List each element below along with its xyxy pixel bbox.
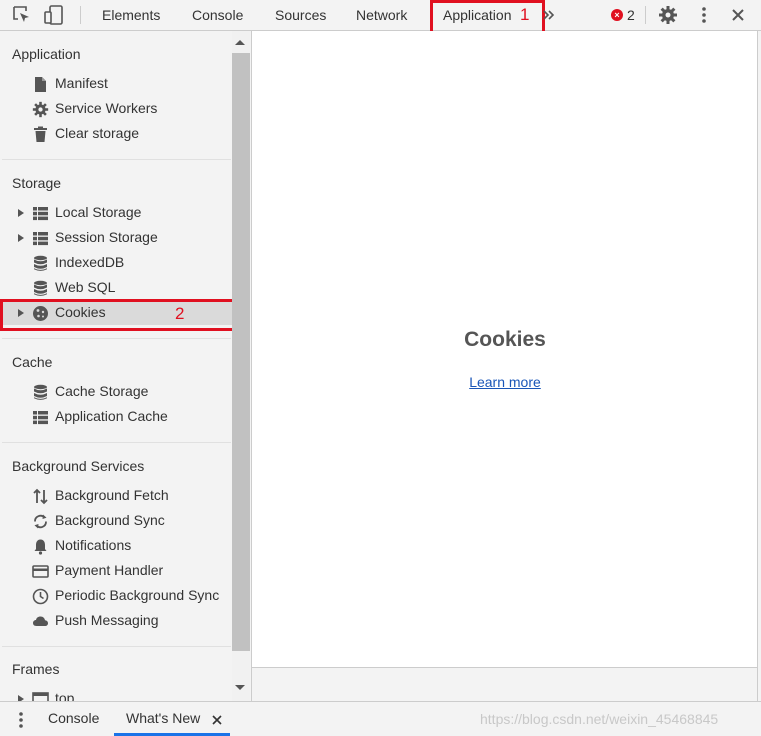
sidebar-item-label: IndexedDB (55, 254, 125, 270)
section-title-frames: Frames (12, 661, 60, 677)
frame-icon (32, 691, 49, 701)
toolbar-separator (645, 6, 646, 24)
sidebar-item-periodic-background-sync[interactable]: Periodic Background Sync (0, 584, 232, 608)
sidebar-item-indexeddb[interactable]: IndexedDB (0, 251, 232, 275)
sidebar-item-label: Application Cache (55, 408, 168, 424)
sidebar-item-application-cache[interactable]: Application Cache (0, 405, 232, 429)
database-icon (32, 384, 49, 401)
sidebar-item-cache-storage[interactable]: Cache Storage (0, 380, 232, 404)
tab-label: Elements (102, 7, 161, 23)
sidebar-item-push-messaging[interactable]: Push Messaging (0, 609, 232, 633)
devtools-toolbar: Elements Console Sources Network Applica… (0, 0, 761, 34)
section-divider (2, 159, 231, 160)
grid-icon (32, 205, 49, 222)
sidebar-item-web-sql[interactable]: Web SQL (0, 276, 232, 300)
drawer-bar: Console What's New https://blog.csdn.net… (0, 701, 761, 736)
drawer-tab-label: Console (48, 710, 100, 726)
application-sidebar: Application Manifest Service Workers Cle… (0, 31, 251, 701)
drawer-tab-label: What's New (126, 710, 201, 726)
toolbar-separator (80, 6, 81, 24)
section-title-storage: Storage (12, 175, 62, 191)
more-tabs-icon[interactable] (542, 0, 556, 30)
card-icon (32, 563, 49, 580)
annotation-box-2 (0, 299, 235, 331)
scroll-down-arrow-icon[interactable] (235, 685, 245, 690)
more-options-icon[interactable] (700, 0, 708, 30)
sidebar-item-label: Cache Storage (55, 383, 149, 399)
sidebar-item-service-workers[interactable]: Service Workers (0, 97, 232, 121)
sidebar-item-label: top (55, 690, 75, 701)
trash-icon (32, 126, 49, 143)
gear-icon (32, 101, 49, 118)
cloud-icon (32, 613, 49, 630)
sidebar-item-label: Local Storage (55, 204, 142, 220)
arrows-updown-icon (32, 488, 49, 505)
expand-arrow-icon[interactable] (18, 209, 24, 217)
error-icon: × (611, 9, 623, 21)
sidebar-item-label: Push Messaging (55, 612, 159, 628)
expand-arrow-icon[interactable] (18, 234, 24, 242)
sidebar-item-label: Background Fetch (55, 487, 169, 503)
sidebar-item-background-fetch[interactable]: Background Fetch (0, 484, 232, 508)
sidebar-item-label: Payment Handler (55, 562, 164, 578)
annotation-number-1: 1 (520, 5, 530, 24)
sidebar-item-background-sync[interactable]: Background Sync (0, 509, 232, 533)
database-icon (32, 255, 49, 272)
section-title-background-services: Background Services (12, 458, 145, 474)
settings-gear-icon[interactable] (658, 0, 678, 30)
clock-icon (32, 588, 49, 605)
database-icon (32, 280, 49, 297)
section-divider (2, 442, 231, 443)
section-title-application: Application (12, 46, 81, 62)
sidebar-item-label: Background Sync (55, 512, 165, 528)
close-tab-icon[interactable] (212, 712, 222, 728)
tab-label: Network (356, 7, 408, 23)
grid-icon (32, 230, 49, 247)
annotation-number-2: 2 (175, 304, 185, 323)
tab-label: Console (192, 7, 244, 23)
file-icon (32, 76, 49, 93)
bell-icon (32, 538, 49, 555)
right-edge (757, 31, 761, 701)
tab-elements[interactable]: Elements (102, 0, 160, 30)
sidebar-item-label: Session Storage (55, 229, 158, 245)
panel-title: Cookies (464, 328, 546, 351)
learn-more-link[interactable]: Learn more (252, 374, 758, 390)
scroll-up-arrow-icon[interactable] (235, 40, 245, 45)
panel-footer (252, 667, 758, 701)
sync-icon (32, 513, 49, 530)
close-devtools-icon[interactable] (731, 0, 745, 30)
tab-network[interactable]: Network (356, 0, 407, 30)
sidebar-item-label: Clear storage (55, 125, 140, 141)
sidebar-item-notifications[interactable]: Notifications (0, 534, 232, 558)
drawer-menu-icon[interactable] (17, 711, 25, 732)
sidebar-item-payment-handler[interactable]: Payment Handler (0, 559, 232, 583)
inspect-element-icon[interactable] (12, 0, 32, 30)
section-title-cache: Cache (12, 354, 53, 370)
sidebar-item-label: Periodic Background Sync (55, 587, 220, 603)
drawer-tab-whats-new[interactable]: What's New (126, 710, 200, 726)
sidebar-scrollbar-thumb[interactable] (232, 53, 250, 651)
sidebar-item-local-storage[interactable]: Local Storage (0, 201, 232, 225)
watermark: https://blog.csdn.net/weixin_45468845 (480, 711, 719, 727)
section-divider (2, 646, 231, 647)
sidebar-item-manifest[interactable]: Manifest (0, 72, 232, 96)
sidebar-item-frame-top[interactable]: top (0, 687, 232, 701)
cookies-panel: Cookies Learn more (252, 31, 758, 667)
tab-label: Sources (275, 7, 327, 23)
device-toggle-icon[interactable] (44, 0, 66, 30)
error-counter[interactable]: × 2 (611, 0, 635, 30)
error-count: 2 (627, 7, 635, 23)
sidebar-item-label: Service Workers (55, 100, 158, 116)
sidebar-item-label: Notifications (55, 537, 132, 553)
tab-console[interactable]: Console (192, 0, 243, 30)
section-divider (2, 338, 231, 339)
sidebar-item-label: Manifest (55, 75, 108, 91)
sidebar-item-label: Web SQL (55, 279, 116, 295)
grid-icon (32, 409, 49, 426)
sidebar-item-clear-storage[interactable]: Clear storage (0, 122, 232, 146)
sidebar-item-session-storage[interactable]: Session Storage (0, 226, 232, 250)
drawer-tab-console[interactable]: Console (48, 710, 99, 726)
tab-sources[interactable]: Sources (275, 0, 326, 30)
